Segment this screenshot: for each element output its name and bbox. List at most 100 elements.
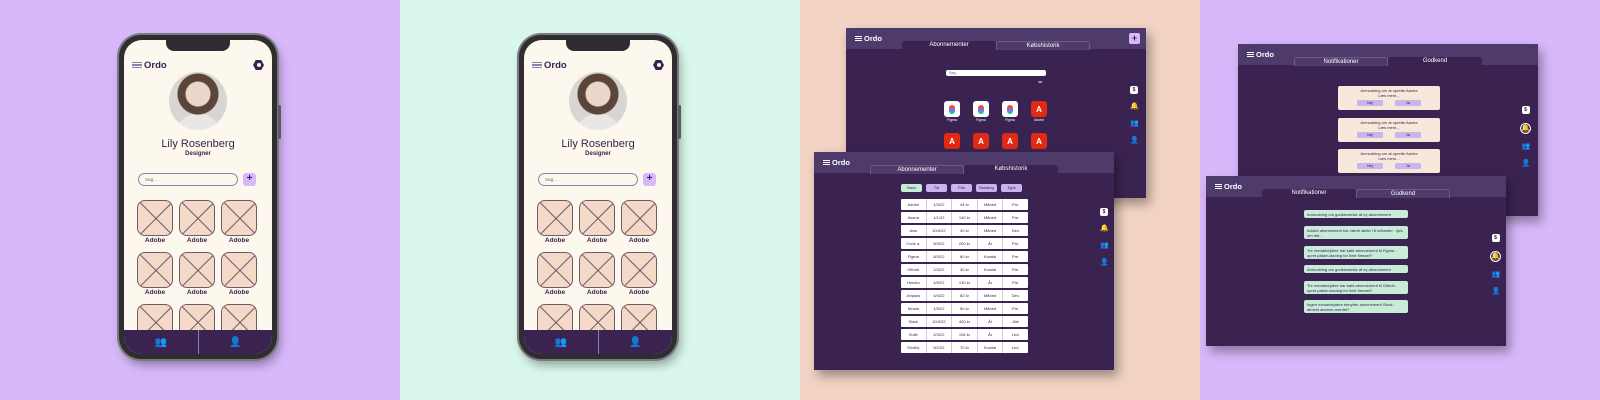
- table-cell: Adobe: [901, 199, 927, 210]
- notification-item[interactable]: Anmodning om godkendelse af ny abonnemen…: [1304, 265, 1408, 273]
- team-icon[interactable]: 👥: [1130, 120, 1139, 128]
- mockup-panel-4: Ordo Notifikationer Godkend Anmodning om…: [1200, 0, 1600, 400]
- table-row[interactable]: Code a. 8/4/22 200 kr År Pro.: [901, 238, 1028, 249]
- profile-icon[interactable]: 👤: [1130, 137, 1139, 145]
- tab-notifikationer[interactable]: Notifikationer: [1294, 57, 1388, 66]
- notification-item[interactable]: Tre medarbejdere har købt abonnement til…: [1304, 246, 1408, 259]
- table-row[interactable]: Sulle 2/3/22 108 kr År Led.: [901, 329, 1028, 340]
- tile-label: Adobe: [544, 237, 566, 244]
- tab-godkend[interactable]: Godkend: [1356, 189, 1450, 198]
- menu-icon[interactable]: [823, 160, 830, 165]
- table-row[interactable]: Jetpack 4/4/22 82 kr Måned Dev.: [901, 290, 1028, 301]
- table-row[interactable]: Asana 1/1/22 140 kr Måned Pre.: [901, 212, 1028, 223]
- subscription-tile[interactable]: Adobe: [537, 200, 573, 244]
- tab-kobshistorik[interactable]: Købshistorik: [996, 41, 1090, 50]
- table-cell: Pre.: [1012, 280, 1020, 285]
- table-cell: År: [978, 277, 1004, 288]
- subscription-tile[interactable]: Adobe: [621, 252, 657, 296]
- settings-icon[interactable]: [253, 60, 264, 70]
- column-header[interactable]: Type: [1001, 184, 1022, 192]
- subscription-tile[interactable]: Adobe: [621, 200, 657, 244]
- nav-team-icon[interactable]: 👥: [124, 330, 199, 354]
- tab-notifikationer[interactable]: Notifikationer: [1262, 189, 1356, 198]
- app-tile-adobe[interactable]: A: [973, 133, 989, 149]
- subscriptions-icon[interactable]: $: [1100, 208, 1108, 216]
- subscription-tile[interactable]: Adobe: [179, 252, 215, 296]
- image-placeholder-icon: [621, 200, 657, 236]
- subscriptions-icon[interactable]: $: [1521, 106, 1530, 114]
- table-row[interactable]: Adobe 1/3/22 44 kr Måned Pro.: [901, 199, 1028, 210]
- table-row[interactable]: Aws 10/4/22 30 kr Måned Dev.: [901, 225, 1028, 236]
- subscription-tile[interactable]: Adobe: [221, 200, 257, 244]
- reject-button[interactable]: Nej: [1357, 100, 1383, 106]
- team-icon[interactable]: 👥: [1100, 242, 1109, 250]
- subscriptions-icon[interactable]: $: [1130, 86, 1138, 94]
- table-row[interactable]: Kinsta 1/5/22 50 kr Måned Pre.: [901, 303, 1028, 314]
- subscription-tile[interactable]: Adobe: [221, 252, 257, 296]
- app-tile-adobe[interactable]: A: [1002, 133, 1018, 149]
- table-row[interactable]: Heroku 4/5/22 130 kr År Pre.: [901, 277, 1028, 288]
- table-row[interactable]: Figma 8/3/22 80 kr Kvartal Pre.: [901, 251, 1028, 262]
- settings-icon[interactable]: [653, 60, 664, 70]
- team-icon[interactable]: 👥: [1522, 143, 1531, 151]
- bell-icon[interactable]: 🔔: [1130, 103, 1139, 111]
- search-input[interactable]: Søg...: [946, 70, 1046, 76]
- menu-icon[interactable]: [132, 61, 142, 69]
- table-row[interactable]: Github 2/3/22 30 kr Kvartal Pre.: [901, 264, 1028, 275]
- filter-icon[interactable]: ⚌: [1038, 79, 1042, 85]
- subscription-tile[interactable]: Adobe: [137, 252, 173, 296]
- column-header[interactable]: Pris: [951, 184, 972, 192]
- subscription-tile[interactable]: Adobe: [579, 200, 615, 244]
- profile-icon[interactable]: 👤: [1100, 259, 1109, 267]
- profile-icon[interactable]: 👤: [1492, 288, 1501, 296]
- accept-button[interactable]: Ja: [1395, 100, 1421, 106]
- accept-button[interactable]: Ja: [1395, 132, 1421, 138]
- table-row[interactable]: Slack 10/3/22 400 kr År Alle: [901, 316, 1028, 327]
- subscriptions-icon[interactable]: $: [1491, 234, 1500, 242]
- add-button[interactable]: +: [243, 173, 256, 186]
- add-button[interactable]: +: [1129, 33, 1140, 44]
- app-tile-figma[interactable]: Figma: [944, 101, 960, 122]
- notification-item[interactable]: Anmodning om godkendelse af ny abonnemen…: [1304, 210, 1408, 218]
- app-tile-figma[interactable]: Figma: [1002, 101, 1018, 122]
- table-row[interactable]: Shotify 9/2/22 70 kr Kvartal Led.: [901, 342, 1028, 353]
- nav-profile-icon[interactable]: 👤: [599, 330, 673, 354]
- subscription-tile[interactable]: Adobe: [579, 252, 615, 296]
- search-input[interactable]: Søg...: [538, 173, 638, 186]
- reject-button[interactable]: Nej: [1357, 132, 1383, 138]
- tab-godkend[interactable]: Godkend: [1388, 57, 1482, 66]
- app-name: Figma: [1005, 118, 1015, 122]
- menu-icon[interactable]: [532, 61, 542, 69]
- notification-item[interactable]: Tre medarbejdere har købt abonnement til…: [1304, 281, 1408, 294]
- team-icon[interactable]: 👥: [1492, 271, 1501, 279]
- bell-icon[interactable]: 🔔: [1100, 225, 1109, 233]
- column-header[interactable]: Betaling: [976, 184, 997, 192]
- menu-icon[interactable]: [855, 36, 862, 41]
- subscription-tile[interactable]: Adobe: [137, 200, 173, 244]
- menu-icon[interactable]: [1215, 184, 1222, 189]
- notification-item[interactable]: Adobe abonnement har været aktivt i 6 må…: [1304, 226, 1408, 239]
- app-tile-adobe[interactable]: A: [944, 133, 960, 149]
- bell-icon[interactable]: 🔔: [1520, 123, 1531, 134]
- accept-button[interactable]: Ja: [1395, 163, 1421, 169]
- nav-profile-icon[interactable]: 👤: [199, 330, 273, 354]
- reject-button[interactable]: Nej: [1357, 163, 1383, 169]
- app-tile-adobe[interactable]: A Adobe: [1031, 101, 1047, 122]
- notification-item[interactable]: Ingen medarbejdere benytter abonnement S…: [1304, 300, 1408, 313]
- bell-icon[interactable]: 🔔: [1490, 251, 1501, 262]
- tab-abonnementer[interactable]: Abonnementer: [870, 165, 964, 174]
- tab-abonnementer[interactable]: Abonnementer: [902, 41, 996, 50]
- column-header[interactable]: Tid: [926, 184, 947, 192]
- search-input[interactable]: Søg...: [138, 173, 238, 186]
- profile-icon[interactable]: 👤: [1522, 160, 1531, 168]
- app-tile-adobe[interactable]: A: [1031, 133, 1047, 149]
- menu-icon[interactable]: [1247, 52, 1254, 57]
- tab-kobshistorik[interactable]: Købshistorik: [964, 165, 1058, 174]
- subscription-tile[interactable]: Adobe: [179, 200, 215, 244]
- subscription-tile[interactable]: Adobe: [537, 252, 573, 296]
- nav-team-icon[interactable]: 👥: [524, 330, 599, 354]
- app-tile-figma[interactable]: Figma: [973, 101, 989, 122]
- table-cell: Måned: [978, 225, 1004, 236]
- column-header[interactable]: Navn: [901, 184, 922, 192]
- add-button[interactable]: +: [643, 173, 656, 186]
